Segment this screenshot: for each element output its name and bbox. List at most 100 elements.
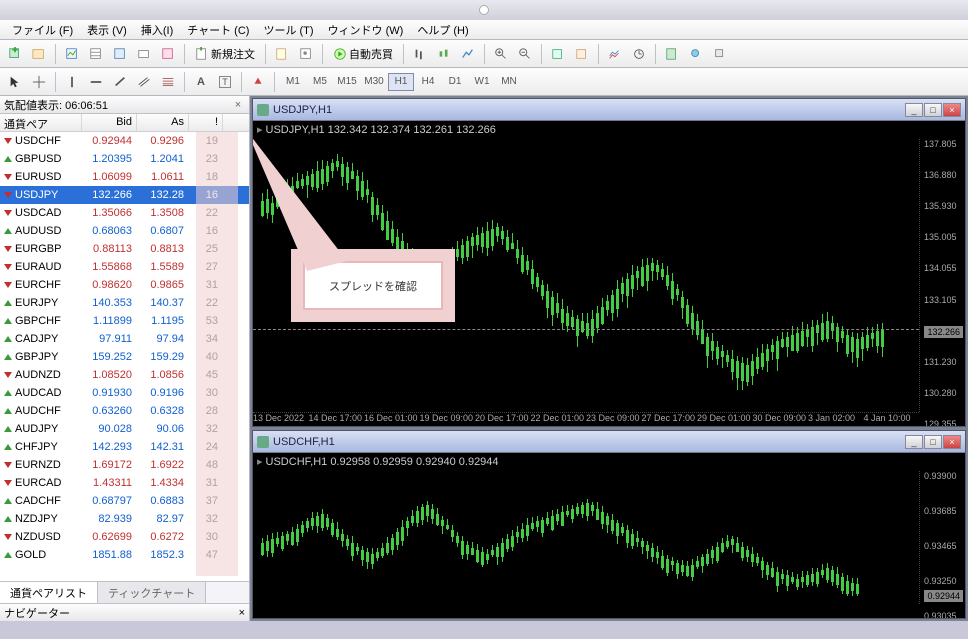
symbol-row-cadjpy[interactable]: CADJPY97.91197.9434 xyxy=(0,330,249,348)
menu-tool[interactable]: ツール (T) xyxy=(257,20,319,40)
dataview-icon[interactable] xyxy=(85,43,107,65)
timeframe-h4[interactable]: H4 xyxy=(415,73,441,91)
marketwatch-table[interactable]: USDCHF0.929440.929619GBPUSD1.203951.2041… xyxy=(0,132,249,581)
text-icon[interactable]: A xyxy=(190,71,212,93)
timeframe-d1[interactable]: D1 xyxy=(442,73,468,91)
menu-file[interactable]: ファイル (F) xyxy=(6,20,79,40)
symbol-row-usdcad[interactable]: USDCAD1.350661.350822 xyxy=(0,204,249,222)
timeframe-m5[interactable]: M5 xyxy=(307,73,333,91)
profiles-icon[interactable] xyxy=(28,43,50,65)
symbol-row-euraud[interactable]: EURAUD1.558681.558927 xyxy=(0,258,249,276)
timeframe-mn[interactable]: MN xyxy=(496,73,522,91)
x-tick: 23 Dec 09:00 xyxy=(586,413,642,426)
channel-icon[interactable] xyxy=(133,71,155,93)
tab-symbol-list[interactable]: 通貨ペアリスト xyxy=(0,582,98,603)
col-symbol[interactable]: 通貨ペア xyxy=(0,114,82,131)
symbol-row-gbpusd[interactable]: GBPUSD1.203951.204123 xyxy=(0,150,249,168)
symbol-row-gbpchf[interactable]: GBPCHF1.118991.119553 xyxy=(0,312,249,330)
col-ask[interactable]: As xyxy=(137,114,189,131)
symbol-row-eurcad[interactable]: EURCAD1.433111.433431 xyxy=(0,474,249,492)
candle-chart-icon[interactable] xyxy=(433,43,455,65)
symbol-row-eurchf[interactable]: EURCHF0.986200.986531 xyxy=(0,276,249,294)
chart2-close-icon[interactable]: × xyxy=(943,435,961,449)
symbol-row-gold[interactable]: GOLD1851.881852.347 xyxy=(0,546,249,564)
col-bid[interactable]: Bid xyxy=(82,114,137,131)
symbol-row-audchf[interactable]: AUDCHF0.632600.632828 xyxy=(0,402,249,420)
timeframe-m15[interactable]: M15 xyxy=(334,73,360,91)
timeframe-m1[interactable]: M1 xyxy=(280,73,306,91)
bar-chart-icon[interactable] xyxy=(409,43,431,65)
spread-value: 16 xyxy=(189,188,223,202)
navigator-close-icon[interactable]: × xyxy=(239,607,245,619)
menu-window[interactable]: ウィンドウ (W) xyxy=(322,20,410,40)
symbol-name: CADJPY xyxy=(15,333,58,345)
zoom-out-icon[interactable] xyxy=(514,43,536,65)
crosshair-icon[interactable] xyxy=(28,71,50,93)
menu-view[interactable]: 表示 (V) xyxy=(81,20,133,40)
more-dropdown-icon[interactable] xyxy=(709,43,731,65)
navigator-icon[interactable] xyxy=(109,43,131,65)
symbol-row-nzdusd[interactable]: NZDUSD0.626990.627230 xyxy=(0,528,249,546)
timeframe-w1[interactable]: W1 xyxy=(469,73,495,91)
chart1-close-icon[interactable]: × xyxy=(943,103,961,117)
new-chart-icon[interactable] xyxy=(4,43,26,65)
marketwatch-icon[interactable] xyxy=(61,43,83,65)
symbol-row-chfjpy[interactable]: CHFJPY142.293142.3124 xyxy=(0,438,249,456)
symbol-row-eurnzd[interactable]: EURNZD1.691721.692248 xyxy=(0,456,249,474)
col-spread[interactable]: ! xyxy=(189,114,223,131)
symbol-row-audusd[interactable]: AUDUSD0.680630.680716 xyxy=(0,222,249,240)
templates-icon[interactable] xyxy=(661,43,683,65)
ask-value: 1852.3 xyxy=(137,548,189,562)
symbol-row-eurjpy[interactable]: EURJPY140.353140.3722 xyxy=(0,294,249,312)
hline-icon[interactable] xyxy=(85,71,107,93)
indicators-icon[interactable] xyxy=(604,43,626,65)
strategy-tester-icon[interactable] xyxy=(157,43,179,65)
new-order-button[interactable]: 新規注文 xyxy=(190,43,260,65)
cursor-icon[interactable] xyxy=(4,71,26,93)
chartshift-icon[interactable] xyxy=(571,43,593,65)
spread-value: 32 xyxy=(189,422,223,436)
menu-insert[interactable]: 挿入(I) xyxy=(135,20,179,40)
autotrade-button[interactable]: 自動売買 xyxy=(328,43,398,65)
zoom-in-icon[interactable] xyxy=(490,43,512,65)
symbol-row-gbpjpy[interactable]: GBPJPY159.252159.2940 xyxy=(0,348,249,366)
line-chart-icon[interactable] xyxy=(457,43,479,65)
timeframe-h1[interactable]: H1 xyxy=(388,73,414,91)
symbol-row-usdjpy[interactable]: USDJPY132.266132.2816 xyxy=(0,186,249,204)
marketwatch-close-icon[interactable]: × xyxy=(231,98,245,112)
symbol-row-usdchf[interactable]: USDCHF0.929440.929619 xyxy=(0,132,249,150)
arrow-down-icon xyxy=(4,210,12,216)
symbol-row-eurgbp[interactable]: EURGBP0.881130.881325 xyxy=(0,240,249,258)
spread-value: 48 xyxy=(189,458,223,472)
chart-usdchf[interactable]: USDCHF,H1 _ □ × ▸USDCHF,H1 0.92958 0.929… xyxy=(252,430,966,619)
menu-help[interactable]: ヘルプ (H) xyxy=(411,20,474,40)
textlabel-icon[interactable]: T xyxy=(214,71,236,93)
arrow-icon[interactable] xyxy=(247,71,269,93)
ask-value: 1.1195 xyxy=(137,314,189,328)
symbol-row-audnzd[interactable]: AUDNZD1.085201.085645 xyxy=(0,366,249,384)
autoscroll-icon[interactable] xyxy=(547,43,569,65)
chart2-minimize-icon[interactable]: _ xyxy=(905,435,923,449)
symbol-row-eurusd[interactable]: EURUSD1.060991.061118 xyxy=(0,168,249,186)
metaeditor-icon[interactable] xyxy=(271,43,293,65)
drawings-dropdown-icon[interactable] xyxy=(685,43,707,65)
symbol-row-audcad[interactable]: AUDCAD0.919300.919630 xyxy=(0,384,249,402)
chart1-minimize-icon[interactable]: _ xyxy=(905,103,923,117)
symbol-row-audjpy[interactable]: AUDJPY90.02890.0632 xyxy=(0,420,249,438)
chart-usdjpy[interactable]: USDJPY,H1 _ □ × ▸USDJPY,H1 132.342 132.3… xyxy=(252,98,966,427)
tab-tick-chart[interactable]: ティックチャート xyxy=(98,582,206,603)
chart1-title: USDJPY,H1 xyxy=(273,104,332,116)
symbol-row-nzdjpy[interactable]: NZDJPY82.93982.9732 xyxy=(0,510,249,528)
terminal-icon[interactable] xyxy=(133,43,155,65)
trendline-icon[interactable] xyxy=(109,71,131,93)
chart2-maximize-icon[interactable]: □ xyxy=(924,435,942,449)
chart1-maximize-icon[interactable]: □ xyxy=(924,103,942,117)
fibo-icon[interactable] xyxy=(157,71,179,93)
timeframe-m30[interactable]: M30 xyxy=(361,73,387,91)
periods-icon[interactable] xyxy=(628,43,650,65)
symbol-row-cadchf[interactable]: CADCHF0.687970.688337 xyxy=(0,492,249,510)
menu-chart[interactable]: チャート (C) xyxy=(181,20,255,40)
vline-icon[interactable] xyxy=(61,71,83,93)
symbol-name: AUDUSD xyxy=(15,225,61,237)
options-icon[interactable] xyxy=(295,43,317,65)
